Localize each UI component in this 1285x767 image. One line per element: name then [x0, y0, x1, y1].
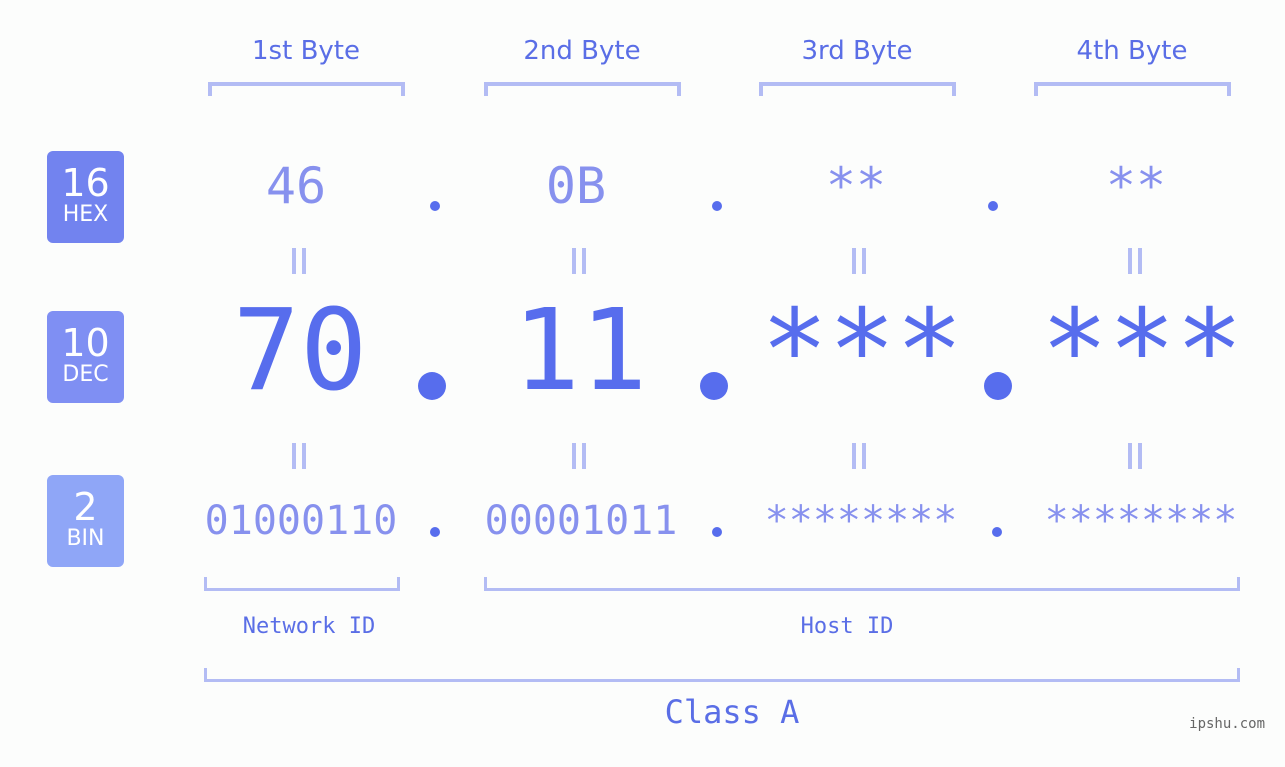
byte-bracket-4 [1034, 82, 1231, 96]
byte-bracket-3 [759, 82, 956, 96]
host-id-label: Host ID [800, 614, 894, 639]
equals-icon [850, 248, 868, 274]
network-id-label: Network ID [242, 614, 376, 639]
bin-badge: 2 BIN [47, 475, 124, 567]
dec-byte-2: 11 [512, 286, 648, 416]
bin-badge-label: BIN [66, 526, 105, 551]
class-bracket [204, 668, 1240, 682]
dec-separator-dot [700, 372, 728, 400]
hex-separator-dot [430, 201, 440, 211]
equals-icon [570, 248, 588, 274]
class-label: Class A [664, 693, 800, 731]
hex-separator-dot [988, 201, 998, 211]
byte-header-3: 3rd Byte [801, 36, 913, 66]
watermark: ipshu.com [1189, 716, 1265, 732]
bin-separator-dot [430, 527, 440, 537]
hex-byte-2: 0B [545, 157, 607, 215]
bin-separator-dot [712, 527, 722, 537]
equals-icon [850, 443, 868, 469]
equals-icon [1126, 248, 1144, 274]
hex-separator-dot [712, 201, 722, 211]
equals-icon [290, 443, 308, 469]
hex-badge-label: HEX [62, 202, 109, 227]
bin-byte-3: ******** [764, 498, 958, 544]
dec-badge-number: 10 [61, 321, 110, 365]
dec-byte-1: 70 [232, 286, 368, 416]
hex-byte-4: ** [1105, 157, 1167, 215]
byte-header-1: 1st Byte [252, 36, 360, 66]
dec-byte-3: *** [760, 286, 964, 416]
byte-bracket-2 [484, 82, 681, 96]
dec-badge-label: DEC [62, 362, 109, 387]
bin-byte-1: 01000110 [204, 498, 398, 544]
bin-separator-dot [992, 527, 1002, 537]
dec-separator-dot [984, 372, 1012, 400]
byte-header-2: 2nd Byte [523, 36, 641, 66]
byte-header-4: 4th Byte [1076, 36, 1188, 66]
host-id-bracket [484, 577, 1240, 591]
bin-byte-2: 00001011 [484, 498, 678, 544]
bin-byte-4: ******** [1044, 498, 1238, 544]
hex-byte-1: 46 [265, 157, 327, 215]
dec-separator-dot [418, 372, 446, 400]
dec-byte-4: *** [1040, 286, 1244, 416]
byte-bracket-1 [208, 82, 405, 96]
hex-badge-number: 16 [61, 161, 110, 205]
network-id-bracket [204, 577, 400, 591]
hex-byte-3: ** [825, 157, 887, 215]
equals-icon [1126, 443, 1144, 469]
hex-badge: 16 HEX [47, 151, 124, 243]
equals-icon [290, 248, 308, 274]
dec-badge: 10 DEC [47, 311, 124, 403]
bin-badge-number: 2 [73, 485, 98, 529]
equals-icon [570, 443, 588, 469]
